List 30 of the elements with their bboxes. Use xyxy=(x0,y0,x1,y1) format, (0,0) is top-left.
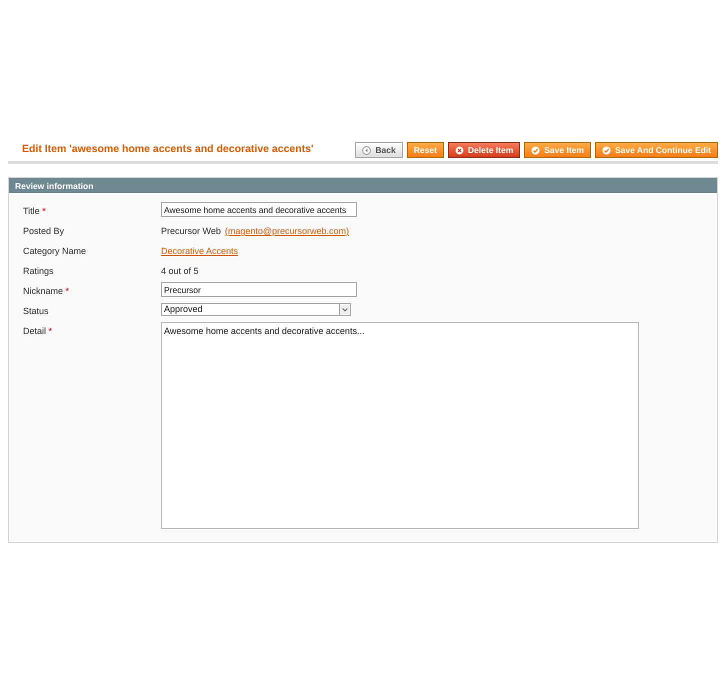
page-title: Edit Item 'awesome home accents and decorative accents' xyxy=(22,142,314,158)
field-label: Status xyxy=(23,306,49,316)
checkmark-icon xyxy=(602,146,611,154)
required-mark: * xyxy=(48,326,52,336)
field-label: Title xyxy=(23,206,40,216)
required-mark: * xyxy=(66,286,70,296)
field-label: Category Name xyxy=(23,246,86,256)
field-value: 4 out of 5 xyxy=(161,265,199,278)
field-link[interactable]: Decorative Accents xyxy=(161,245,238,258)
section-header: Review information xyxy=(9,178,717,193)
text-field[interactable]: Precursor xyxy=(161,282,357,297)
caret-icon xyxy=(339,304,350,315)
cancel-icon xyxy=(454,146,464,154)
field-link[interactable]: (magento@precursorweb.com) xyxy=(224,225,350,238)
delete-button[interactable]: Delete Item xyxy=(448,142,520,158)
field-label: Posted By xyxy=(23,226,64,236)
field-label: Ratings xyxy=(23,266,54,276)
field-label: Detail xyxy=(23,326,46,336)
back-button[interactable]: Back xyxy=(355,142,403,158)
back-icon xyxy=(362,146,372,154)
text-field[interactable]: Awesome home accents and decorative accents xyxy=(161,202,357,217)
reset-button[interactable]: Reset xyxy=(406,142,444,158)
field-label: Nickname xyxy=(23,286,64,296)
status-dropdown[interactable]: Approved xyxy=(161,303,351,316)
checkmark-icon xyxy=(531,146,540,154)
save-button[interactable]: Save Item xyxy=(524,142,591,158)
detail-textarea[interactable]: Awesome home accents and decorative accents... xyxy=(161,322,639,529)
field-value: Precursor Web xyxy=(161,225,221,238)
required-mark: * xyxy=(42,206,46,216)
save-button[interactable]: Save And Continue Edit xyxy=(594,142,718,158)
